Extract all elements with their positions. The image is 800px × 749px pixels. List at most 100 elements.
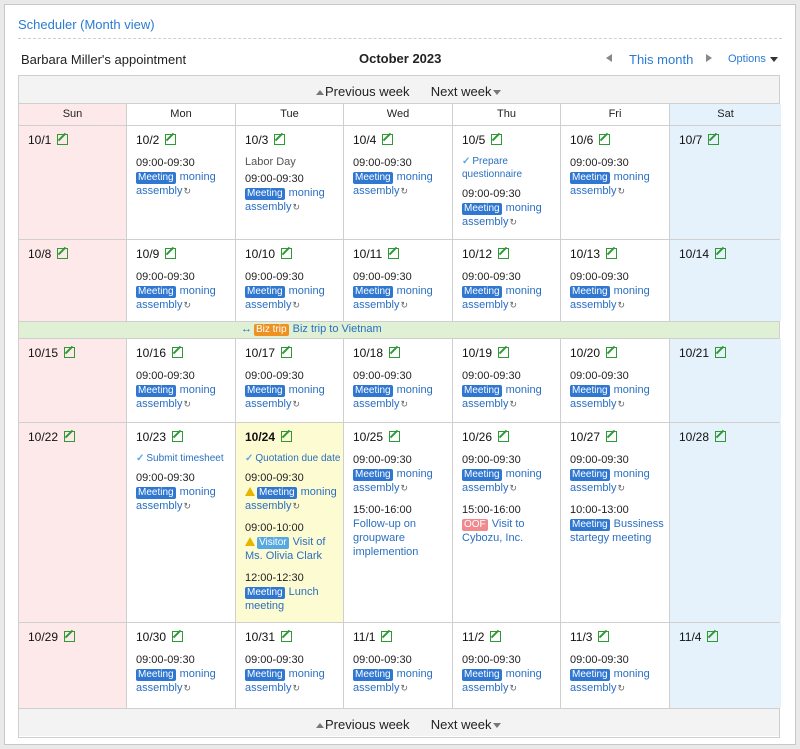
previous-week-link[interactable]: Previous week xyxy=(325,84,410,99)
day-cell[interactable]: 10/31 09:00-09:30 Meeting moning assembly… xyxy=(236,623,344,708)
day-cell[interactable]: 10/8 xyxy=(19,240,127,321)
appointment[interactable]: 09:00-09:30 Meeting moning assembly↻ xyxy=(462,653,559,695)
appointment[interactable]: 09:00-09:30 Meeting moning assembly↻ xyxy=(245,270,342,312)
day-number[interactable]: 10/17 xyxy=(245,346,275,360)
day-cell[interactable]: 10/10 09:00-09:30 Meeting moning assembly… xyxy=(236,240,344,321)
add-appointment-icon[interactable] xyxy=(172,631,184,642)
day-number[interactable]: 10/7 xyxy=(679,133,702,147)
appointment[interactable]: 09:00-09:30 Meeting moning assembly↻ xyxy=(570,369,667,411)
appointment[interactable]: 09:00-09:30 Meeting moning assembly↻ xyxy=(462,270,559,312)
day-cell[interactable]: 10/19 09:00-09:30 Meeting moning assembly… xyxy=(453,339,561,422)
add-appointment-icon[interactable] xyxy=(57,248,69,259)
day-number[interactable]: 11/3 xyxy=(570,630,592,644)
day-number[interactable]: 10/30 xyxy=(136,630,166,644)
appointment[interactable]: 12:00-12:30 Meeting Lunch meeting xyxy=(245,571,342,613)
add-appointment-icon[interactable] xyxy=(389,347,401,358)
appointment[interactable]: 09:00-09:30 Meeting moning assembly↻ xyxy=(570,156,667,198)
day-cell[interactable]: 10/16 09:00-09:30 Meeting moning assembly… xyxy=(127,339,236,422)
day-number[interactable]: 10/24 xyxy=(245,430,275,444)
appointment[interactable]: 09:00-09:30 Meeting moning assembly↻ xyxy=(353,653,450,695)
day-cell[interactable]: 11/1 09:00-09:30 Meeting moning assembly↻ xyxy=(344,623,453,708)
appointment-title[interactable]: moning xyxy=(614,668,650,680)
appointment-title[interactable]: moning xyxy=(614,171,650,183)
day-cell[interactable]: 10/29 xyxy=(19,623,127,708)
day-cell[interactable]: 10/22 xyxy=(19,423,127,622)
day-number[interactable]: 10/26 xyxy=(462,430,492,444)
appointment-title[interactable]: moning xyxy=(289,384,325,396)
day-number[interactable]: 10/15 xyxy=(28,346,58,360)
day-number[interactable]: 10/23 xyxy=(136,430,166,444)
todo-item[interactable]: ✓ Submit timesheet xyxy=(136,452,235,465)
day-cell-today[interactable]: 10/24 ✓ Quotation due date 09:00-09:30 Mee… xyxy=(236,423,344,622)
add-appointment-icon[interactable] xyxy=(281,347,293,358)
next-week-link[interactable]: Next week xyxy=(431,717,492,732)
add-appointment-icon[interactable] xyxy=(598,631,610,642)
appointment-title[interactable]: moning xyxy=(614,468,650,480)
day-number[interactable]: 10/16 xyxy=(136,346,166,360)
appointment-title-2[interactable]: assembly xyxy=(353,185,399,197)
add-appointment-icon[interactable] xyxy=(64,631,76,642)
appointment-title[interactable]: Follow-up on groupware implemention xyxy=(353,518,418,558)
day-number[interactable]: 10/3 xyxy=(245,133,268,147)
day-cell[interactable]: 10/30 09:00-09:30 Meeting moning assembly… xyxy=(127,623,236,708)
add-appointment-icon[interactable] xyxy=(707,631,719,642)
day-cell[interactable]: 10/9 09:00-09:30 Meeting moning assembly↻ xyxy=(127,240,236,321)
appointment-title-2[interactable]: assembly xyxy=(245,299,291,311)
appointment-title[interactable]: moning xyxy=(397,384,433,396)
appointment-title[interactable]: moning xyxy=(289,187,325,199)
appointment-title-2[interactable]: assembly xyxy=(570,682,616,694)
day-cell[interactable]: 10/5 ✓ Prepare questionnaire 09:00-09:30 M… xyxy=(453,126,561,239)
day-cell[interactable]: 11/2 09:00-09:30 Meeting moning assembly↻ xyxy=(453,623,561,708)
day-cell[interactable]: 10/2 09:00-09:30 Meeting moning assembly↻ xyxy=(127,126,236,239)
appointment[interactable]: 09:00-09:30 Meeting moning assembly↻ xyxy=(462,187,559,229)
day-number[interactable]: 10/10 xyxy=(245,247,275,261)
day-cell[interactable]: 10/11 09:00-09:30 Meeting moning assembly… xyxy=(344,240,453,321)
appointment[interactable]: 09:00-09:30 Meeting moning assembly↻ xyxy=(136,653,233,695)
appointment-title[interactable]: moning xyxy=(506,285,542,297)
add-appointment-icon[interactable] xyxy=(172,431,184,442)
appointment-title-2[interactable]: assembly xyxy=(462,398,508,410)
biz-trip-band[interactable]: ↔ Biz trip Biz trip to Vietnam xyxy=(19,322,779,339)
day-cell[interactable]: 10/23 ✓ Submit timesheet 09:00-09:30 Meeti… xyxy=(127,423,236,622)
add-appointment-icon[interactable] xyxy=(606,431,618,442)
appointment[interactable]: 09:00-10:00 Visitor Visit of Ms. Olivia C… xyxy=(245,521,342,563)
add-appointment-icon[interactable] xyxy=(281,631,293,642)
next-week-link[interactable]: Next week xyxy=(431,84,492,99)
day-cell[interactable]: 10/28 xyxy=(670,423,781,622)
todo-title[interactable]: Submit timesheet xyxy=(146,453,223,464)
day-number[interactable]: 11/4 xyxy=(679,630,701,644)
add-appointment-icon[interactable] xyxy=(599,134,611,145)
day-cell[interactable]: 10/27 09:00-09:30 Meeting moning assembly… xyxy=(561,423,670,622)
appointment-title[interactable]: moning xyxy=(301,486,337,498)
appointment-title-2[interactable]: assembly xyxy=(353,482,399,494)
appointment-title-2[interactable]: assembly xyxy=(136,500,182,512)
appointment[interactable]: 09:00-09:30 Meeting moning assembly↻ xyxy=(570,270,667,312)
appointment-title-2[interactable]: assembly xyxy=(136,185,182,197)
day-cell[interactable]: 11/4 xyxy=(670,623,781,708)
appointment[interactable]: 09:00-09:30 Meeting moning assembly↻ xyxy=(462,369,559,411)
day-number[interactable]: 10/21 xyxy=(679,346,709,360)
appointment[interactable]: 09:00-09:30 Meeting moning assembly↻ xyxy=(353,369,450,411)
day-number[interactable]: 10/5 xyxy=(462,133,485,147)
appointment-title-2[interactable]: assembly xyxy=(462,299,508,311)
appointment-title-2[interactable]: assembly xyxy=(136,398,182,410)
day-cell[interactable]: 10/7 xyxy=(670,126,781,239)
appointment-title[interactable]: moning xyxy=(180,668,216,680)
add-appointment-icon[interactable] xyxy=(388,248,400,259)
day-number[interactable]: 10/18 xyxy=(353,346,383,360)
day-cell[interactable]: 10/25 09:00-09:30 Meeting moning assembly… xyxy=(344,423,453,622)
add-appointment-icon[interactable] xyxy=(165,134,177,145)
appointment[interactable]: 09:00-09:30 Meeting moning assembly↻ xyxy=(245,471,342,513)
appointment-title[interactable]: moning xyxy=(506,384,542,396)
day-cell[interactable]: 10/15 xyxy=(19,339,127,422)
options-menu[interactable]: Options xyxy=(728,53,778,65)
day-cell[interactable]: 10/4 09:00-09:30 Meeting moning assembly↻ xyxy=(344,126,453,239)
appointment[interactable]: 09:00-09:30 Meeting moning assembly↻ xyxy=(570,453,667,495)
appointment-title[interactable]: moning xyxy=(506,468,542,480)
day-number[interactable]: 10/20 xyxy=(570,346,600,360)
todo-title[interactable]: Quotation due date xyxy=(255,453,340,464)
day-number[interactable]: 10/12 xyxy=(462,247,492,261)
day-number[interactable]: 11/1 xyxy=(353,630,375,644)
day-number[interactable]: 10/14 xyxy=(679,247,709,261)
day-cell[interactable]: 10/6 09:00-09:30 Meeting moning assembly↻ xyxy=(561,126,670,239)
